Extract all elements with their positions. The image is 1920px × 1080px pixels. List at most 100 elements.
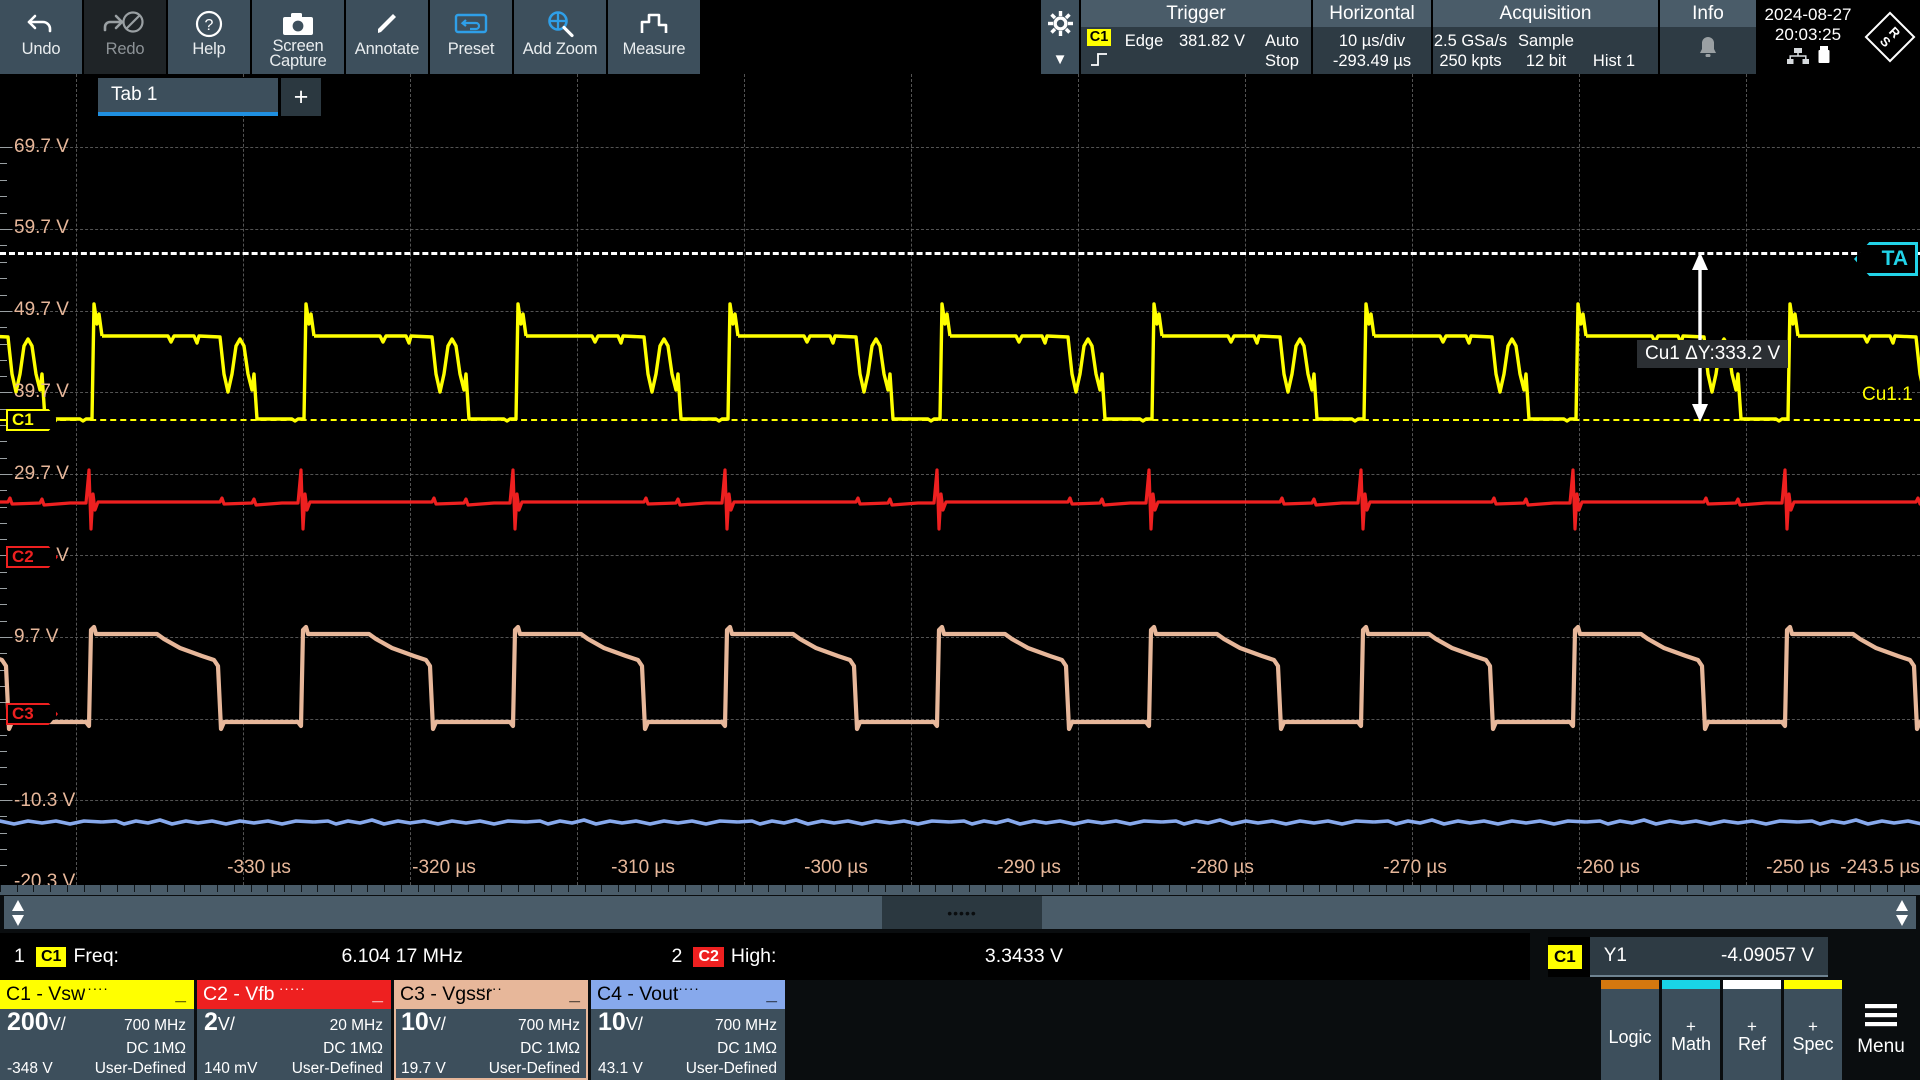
channel-card-c4[interactable]: C4 - Vout ․․․․․ _ 10V/ 700 MHz DC 1MΩ 43… <box>591 979 785 1080</box>
spec-button[interactable]: + Spec <box>1784 980 1842 1080</box>
acquisition-title: Acquisition <box>1433 0 1658 27</box>
trigger-source-chip: C1 <box>1086 29 1112 46</box>
usb-icon <box>1818 46 1830 69</box>
acq-blank <box>1612 31 1617 51</box>
cursor-readout-value: -4.09057 V <box>1721 945 1814 966</box>
channel-c4-minimize[interactable]: _ <box>766 984 777 1006</box>
menu-button[interactable]: Menu <box>1842 980 1920 1080</box>
acquisition-panel[interactable]: Acquisition 2.5 GSa/s 250 kpts Sample 12… <box>1433 0 1658 74</box>
cursor-readout-field[interactable]: Y1 -4.09057 V <box>1589 937 1828 977</box>
math-button[interactable]: + Math <box>1662 980 1720 1080</box>
math-color-cap <box>1662 980 1720 989</box>
channel-card-c3[interactable]: C3 - Vgssr ․․․․․ _ 10V/ 700 MHz DC 1MΩ 1… <box>394 978 588 1080</box>
spec-label: Spec <box>1792 1034 1834 1054</box>
x-label-8: -250 µs <box>1766 857 1830 878</box>
cursor-line-lower[interactable] <box>0 419 1920 421</box>
acq-mode: Sample <box>1518 31 1574 50</box>
scrollbar-handle[interactable]: ••••• <box>882 896 1042 929</box>
channel-c3-header[interactable]: C3 - Vgssr ․․․․․ _ <box>394 978 588 1009</box>
channel-c3-dots: ․․․․․ <box>476 978 503 993</box>
measurement-0-name: Freq: <box>73 945 119 967</box>
trigger-level: 381.82 V <box>1178 31 1246 50</box>
channel-c4-header[interactable]: C4 - Vout ․․․․․ _ <box>591 979 785 1009</box>
channel-marker-c2[interactable]: C2 <box>6 546 58 568</box>
channel-c2-offset: 140 mV <box>204 1060 258 1077</box>
tab-1[interactable]: Tab 1 <box>98 78 278 116</box>
redo-button[interactable]: Redo <box>84 0 166 74</box>
trigger-title: Trigger <box>1081 0 1311 27</box>
gear-icon <box>1047 10 1074 42</box>
info-panel[interactable]: Info <box>1660 0 1756 74</box>
screen-capture-button[interactable]: Screen Capture <box>252 0 344 74</box>
channel-bar: C1 - Vsw ․․․․․ _ 200V/ 700 MHz DC 1MΩ -3… <box>0 978 1920 1080</box>
channel-card-c2[interactable]: C2 - Vfb ․․․․․ _ 2V/ 20 MHz DC 1MΩ 140 m… <box>197 979 391 1080</box>
channel-c1-probe: User-Defined <box>94 1060 186 1077</box>
spec-plus: + <box>1808 1017 1818 1036</box>
horizontal-title: Horizontal <box>1313 0 1431 27</box>
logic-button[interactable]: Logic <box>1601 980 1659 1080</box>
channel-c2-scale: 2V/ <box>204 1008 235 1036</box>
channel-marker-c1[interactable]: C1 <box>6 409 58 431</box>
y-label-6: 9.7 V <box>14 626 59 647</box>
scroll-left-arrows[interactable] <box>4 899 32 926</box>
measurement-1-value: 3.3433 V <box>984 945 1063 967</box>
settings-gear-button[interactable]: ▼ <box>1041 0 1079 74</box>
undo-button[interactable]: Undo <box>0 0 82 74</box>
acq-resolution: 12 bit <box>1525 51 1567 70</box>
x-label-4: -290 µs <box>997 857 1061 878</box>
measurement-bar[interactable]: 1 C1 Freq: 6.104 17 MHz 2 C2 High: 3.343… <box>0 933 1530 980</box>
preset-button[interactable]: Preset <box>430 0 512 74</box>
annotate-button[interactable]: Annotate <box>346 0 428 74</box>
add-zoom-button[interactable]: Add Zoom <box>514 0 606 74</box>
channel-marker-c3[interactable]: C3 <box>6 703 58 725</box>
y-label-7: -10.3 V <box>14 790 76 811</box>
y-label-3: 39.7 V <box>14 381 69 402</box>
add-tab-label: + <box>293 82 309 111</box>
x-label-0: -330 µs <box>227 857 291 878</box>
ref-color-cap <box>1723 980 1781 989</box>
math-plus: + <box>1686 1017 1696 1036</box>
cursor-readout-box[interactable]: C1 Y1 -4.09057 V <box>1548 937 1828 977</box>
help-button[interactable]: ? Help <box>168 0 250 74</box>
tab-1-label: Tab 1 <box>111 84 158 105</box>
cursor-right-label: Cu1.1 <box>1862 384 1913 405</box>
redo-disabled-icon <box>103 7 147 41</box>
channel-c1-minimize[interactable]: _ <box>175 984 186 1006</box>
cursor-line-upper[interactable] <box>0 252 1920 255</box>
chevron-down-icon[interactable]: ▼ <box>1053 52 1068 67</box>
edge-slope-icon <box>1089 52 1109 72</box>
add-zoom-label: Add Zoom <box>522 40 598 58</box>
channel-c1-title: C1 - Vsw <box>6 983 86 1005</box>
trace-c3 <box>0 627 1920 729</box>
measure-button[interactable]: Measure <box>608 0 700 74</box>
scrollbar-grip: ••••• <box>947 904 977 921</box>
channel-c2-header[interactable]: C2 - Vfb ․․․․․ _ <box>197 979 391 1009</box>
waveform-plot[interactable]: Cu1 ΔY:333.2 V Cu1.1 TA 69.7 V 59.7 V 49… <box>0 74 1920 885</box>
channel-c4-title: C4 - Vout <box>597 983 679 1005</box>
spec-color-cap <box>1784 980 1842 989</box>
preset-icon <box>454 7 488 41</box>
scroll-right-arrows[interactable] <box>1888 899 1916 926</box>
horizontal-scale: 10 µs/div <box>1338 31 1406 50</box>
screen-capture-label: Screen Capture <box>269 37 327 70</box>
trace-c4 <box>0 818 1920 826</box>
horizontal-panel[interactable]: Horizontal 10 µs/div -293.49 µs <box>1313 0 1431 74</box>
acq-points: 250 kpts <box>1439 51 1502 70</box>
channel-c4-scale: 10V/ <box>598 1008 643 1036</box>
channel-c1-coupling: DC 1MΩ <box>126 1040 186 1057</box>
channel-c1-header[interactable]: C1 - Vsw ․․․․․ _ <box>0 979 194 1009</box>
add-tab-button[interactable]: + <box>281 78 321 116</box>
measurement-0-value: 6.104 17 MHz <box>341 945 463 967</box>
horizontal-scroll-row: ••••• <box>0 885 1920 933</box>
channel-c2-minimize[interactable]: _ <box>372 984 383 1006</box>
trace-c2 <box>0 468 1920 531</box>
trigger-panel[interactable]: Trigger C1 Edge 381.82 V Auto Stop <box>1081 0 1311 74</box>
channel-c3-minimize[interactable]: _ <box>569 984 580 1006</box>
channel-c1-offset: -348 V <box>7 1060 53 1077</box>
help-icon: ? <box>194 7 224 41</box>
horizontal-scrollbar[interactable]: ••••• <box>4 896 1916 929</box>
channel-card-c1[interactable]: C1 - Vsw ․․․․․ _ 200V/ 700 MHz DC 1MΩ -3… <box>0 979 194 1080</box>
ref-button[interactable]: + Ref <box>1723 980 1781 1080</box>
measure-label: Measure <box>622 40 686 58</box>
x-label-3: -300 µs <box>804 857 868 878</box>
